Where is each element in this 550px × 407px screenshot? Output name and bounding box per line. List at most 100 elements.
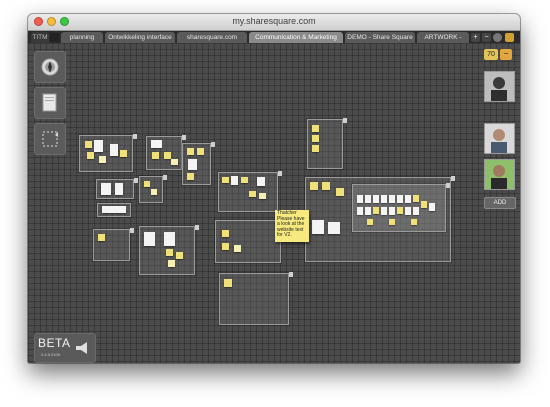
document-card[interactable] (389, 207, 395, 215)
board[interactable] (182, 142, 215, 185)
note[interactable] (312, 135, 319, 142)
note[interactable] (144, 181, 150, 187)
note[interactable] (224, 279, 232, 287)
note[interactable] (176, 252, 183, 259)
note[interactable] (421, 201, 427, 208)
note[interactable] (373, 207, 379, 214)
note[interactable] (222, 177, 229, 183)
avatar[interactable] (484, 159, 515, 190)
avatar[interactable] (484, 123, 515, 154)
document-card[interactable] (115, 183, 123, 195)
note[interactable] (249, 191, 256, 197)
note[interactable] (411, 219, 417, 225)
document-card[interactable] (357, 207, 363, 215)
note[interactable] (152, 152, 159, 159)
note[interactable] (322, 182, 330, 190)
document-card[interactable] (231, 176, 238, 185)
board[interactable] (219, 272, 293, 325)
avatar[interactable] (484, 71, 515, 102)
note[interactable] (413, 195, 419, 202)
board[interactable] (139, 225, 199, 275)
document-card[interactable] (365, 207, 371, 215)
note[interactable] (310, 182, 318, 190)
note[interactable] (397, 207, 403, 214)
tab-sharesquare[interactable]: sharesquare.com (177, 32, 247, 43)
note[interactable] (98, 234, 105, 241)
note[interactable] (241, 177, 248, 183)
note[interactable] (222, 243, 229, 250)
note[interactable] (367, 219, 373, 225)
add-document-button[interactable] (34, 87, 66, 119)
tab-artwork[interactable]: ARTWORK - (417, 32, 469, 43)
board[interactable] (79, 134, 137, 172)
document-card[interactable] (365, 195, 371, 203)
collapse-participants-button[interactable]: − (500, 49, 512, 60)
note[interactable] (187, 173, 194, 180)
selection-tool-button[interactable] (34, 123, 66, 155)
document-card[interactable] (405, 195, 411, 203)
note[interactable] (187, 148, 194, 155)
note[interactable] (151, 189, 157, 195)
note[interactable] (168, 260, 175, 267)
add-tab-button[interactable]: + (471, 33, 480, 42)
board[interactable] (97, 203, 131, 217)
document-card[interactable] (151, 140, 162, 148)
board[interactable] (215, 219, 285, 263)
sticky-note[interactable]: Thatcher Please have a look at the websi… (275, 210, 309, 242)
document-card[interactable] (397, 195, 403, 203)
note[interactable] (312, 125, 319, 132)
note[interactable] (336, 188, 344, 196)
board[interactable] (96, 178, 138, 199)
note[interactable] (389, 219, 395, 225)
tab-scroll-left-button[interactable] (50, 33, 59, 42)
tab-communication-marketing[interactable]: Communication & Marketing (249, 32, 343, 43)
note[interactable] (87, 152, 94, 159)
note[interactable] (164, 152, 171, 159)
board[interactable] (352, 183, 450, 232)
tab-planning[interactable]: planning (61, 32, 103, 43)
note[interactable] (171, 159, 178, 165)
document-card[interactable] (381, 195, 387, 203)
document-card[interactable] (144, 232, 155, 246)
note[interactable] (197, 148, 204, 155)
document-card[interactable] (312, 220, 324, 234)
tab-ontwikkeling-interface[interactable]: Ontwikkeling interface (105, 32, 175, 43)
tab-demo-share-square[interactable]: DEMO - Share Square (345, 32, 415, 43)
document-card[interactable] (429, 203, 435, 211)
document-card[interactable] (328, 222, 340, 234)
document-card[interactable] (164, 232, 175, 246)
document-card[interactable] (357, 195, 363, 203)
note[interactable] (120, 150, 127, 157)
document-card[interactable] (94, 140, 103, 152)
note[interactable] (166, 249, 173, 256)
document-card[interactable] (413, 207, 419, 215)
board[interactable] (93, 228, 134, 261)
document-card[interactable] (389, 195, 395, 203)
note[interactable] (99, 156, 106, 163)
document-card[interactable] (257, 177, 265, 186)
document-card[interactable] (188, 159, 197, 170)
document-card[interactable] (373, 195, 379, 203)
note[interactable] (234, 245, 241, 252)
add-participant-button[interactable]: ADD (484, 197, 516, 209)
beta-badge[interactable]: BETA 0.4.5.2109 (34, 333, 96, 363)
note[interactable] (85, 141, 92, 148)
tab-titm[interactable]: TITM (31, 32, 49, 43)
remove-tab-button[interactable]: − (482, 33, 491, 42)
note[interactable] (312, 145, 319, 152)
note[interactable] (222, 230, 229, 237)
board[interactable] (139, 175, 167, 203)
settings-gear-icon[interactable] (493, 33, 502, 42)
board[interactable] (218, 171, 282, 212)
document-card[interactable] (102, 206, 126, 213)
compass-tool-button[interactable] (34, 51, 66, 83)
document-card[interactable] (110, 144, 118, 156)
board-canvas[interactable]: Thatcher Please have a look at the websi… (28, 43, 520, 363)
note[interactable] (259, 193, 266, 199)
document-card[interactable] (101, 183, 111, 195)
document-card[interactable] (381, 207, 387, 215)
board[interactable] (146, 135, 186, 170)
board[interactable] (307, 118, 347, 169)
export-icon[interactable] (505, 33, 514, 42)
document-card[interactable] (405, 207, 411, 215)
